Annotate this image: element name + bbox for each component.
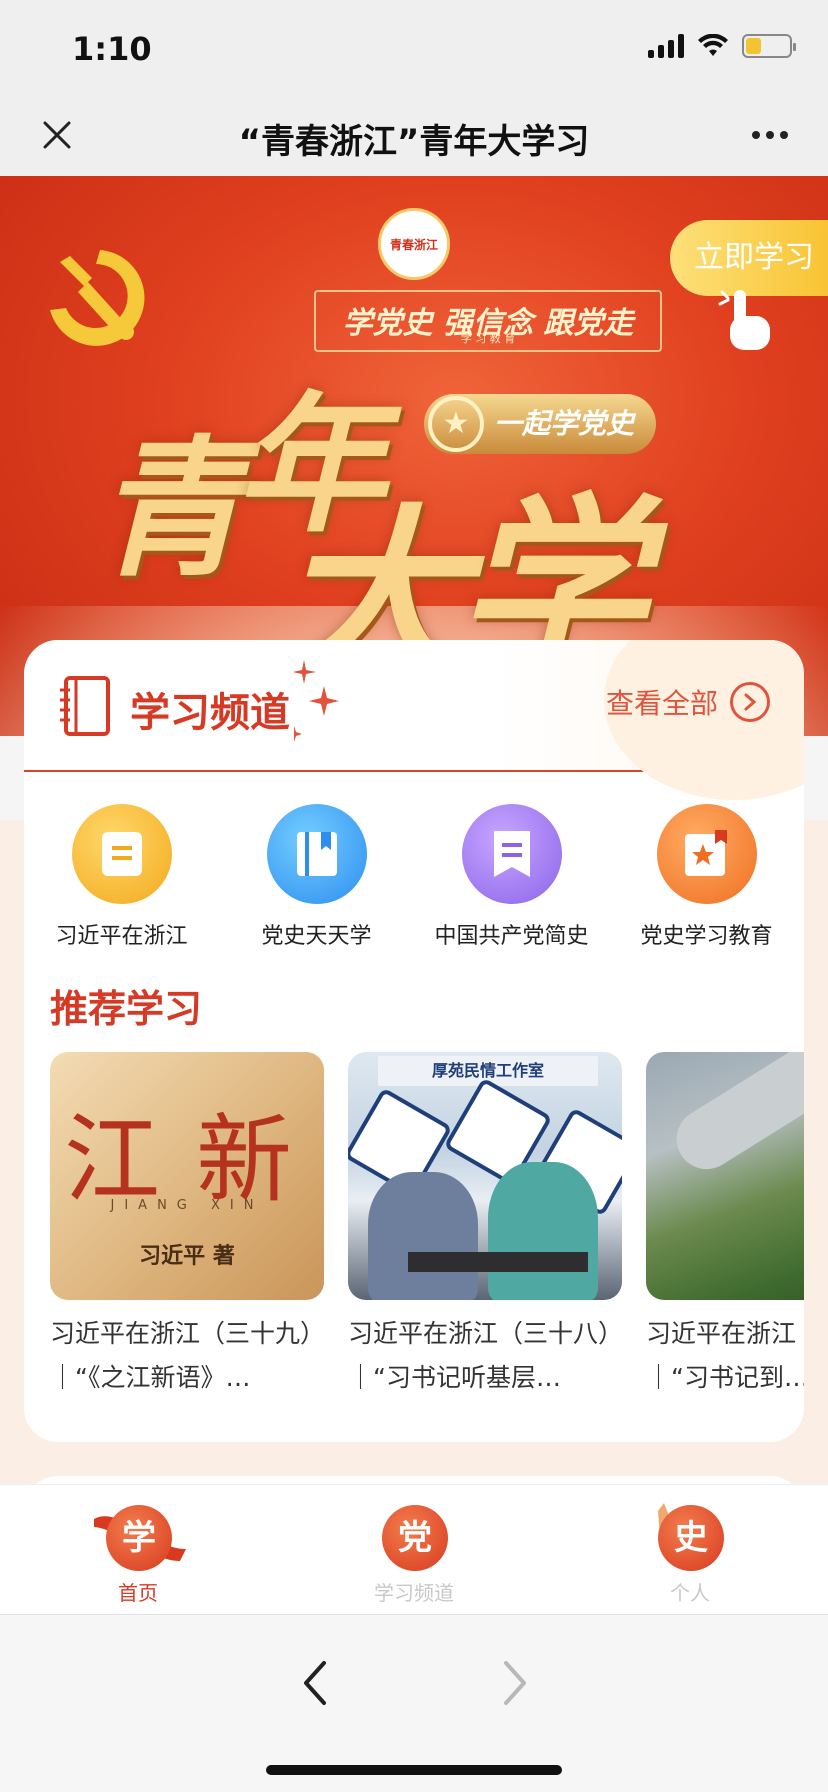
book-cover-image: 江 新 JIANG XIN 习近平 著 <box>50 1052 324 1300</box>
tab-home[interactable]: 学 首页 <box>0 1485 276 1614</box>
status-time: 1:10 <box>72 30 152 68</box>
recommend-caption: 习近平在浙江（三十八）｜“习书记听基层… <box>348 1319 611 1392</box>
channel-party-brief-history[interactable]: 中国共产党简史 <box>414 804 609 954</box>
document-icon <box>71 804 172 904</box>
banner-logo-text: 青春浙江 <box>389 237 438 252</box>
channel-list: 习近平在浙江 党史天天学 中国共产党简史 党史学习教育 <box>24 804 804 954</box>
tab-label: 首页 <box>118 1581 158 1605</box>
banner-title: 青 年 大 学 <box>96 344 716 709</box>
section-title: 学习频道 <box>130 690 290 736</box>
channel-daily-history[interactable]: 党史天天学 <box>219 804 414 954</box>
view-all-label: 查看全部 <box>605 687 718 720</box>
channel-label: 党史天天学 <box>261 924 372 949</box>
study-now-button[interactable]: 立即学习 <box>670 220 828 296</box>
channel-xi-in-zhejiang[interactable]: 习近平在浙江 <box>24 804 219 954</box>
aerial-photo <box>646 1052 804 1300</box>
hand-pointer-icon <box>718 290 770 350</box>
study-tab-icon: 学 <box>94 1505 186 1577</box>
recommend-item[interactable]: 江 新 JIANG XIN 习近平 著 习近平在浙江（三十九）｜“《之江新语》… <box>50 1052 324 1400</box>
channel-history-education[interactable]: 党史学习教育 <box>609 804 804 954</box>
banner-badge-text: 一起学党史 <box>494 407 635 440</box>
party-emblem-icon <box>50 250 145 346</box>
tab-label: 个人 <box>670 1581 710 1605</box>
card-header: 学习频道 查看全部 <box>24 640 804 800</box>
star-icon: ★ <box>428 396 484 452</box>
cover-author: 习近平 著 <box>139 1243 235 1269</box>
book-icon <box>266 804 367 904</box>
star-book-icon <box>656 804 757 904</box>
recommend-list[interactable]: 江 新 JIANG XIN 习近平 著 习近平在浙江（三十九）｜“《之江新语》…… <box>50 1052 804 1412</box>
bottom-tab-bar: 学 首页 党 学习频道 史 个人 <box>0 1484 828 1614</box>
banner-title-char: 青 <box>96 421 247 597</box>
tab-study-channel[interactable]: 党 学习频道 <box>276 1485 552 1614</box>
chevron-left-icon[interactable] <box>290 1655 340 1711</box>
history-tab-icon: 史 <box>650 1503 730 1577</box>
bookmark-icon <box>461 804 562 904</box>
home-indicator[interactable] <box>266 1765 562 1775</box>
banner-logo: 青春浙江 <box>378 208 450 280</box>
sparkle-icon <box>294 660 339 742</box>
recommend-caption: 习近平在浙江（三十九）｜“《之江新语》… <box>50 1319 313 1392</box>
chevron-right-icon <box>730 682 770 722</box>
channel-label: 习近平在浙江 <box>55 924 188 949</box>
notebook-icon <box>60 676 110 736</box>
tab-label: 学习频道 <box>374 1581 454 1605</box>
recommend-item[interactable]: 厚苑民情工作室 习近平在浙江（三十八）｜“习书记听基层… <box>348 1052 622 1400</box>
status-bar: 1:10 <box>0 0 828 96</box>
banner-badge: ★ 一起学党史 <box>424 394 657 454</box>
browser-toolbar <box>0 1614 828 1792</box>
party-tab-icon: 党 <box>374 1505 454 1577</box>
nav-bar: “青春浙江”青年大学习 <box>0 96 828 176</box>
tab-profile[interactable]: 史 个人 <box>552 1485 828 1614</box>
battery-icon <box>742 34 796 58</box>
meeting-photo: 厚苑民情工作室 <box>348 1052 622 1300</box>
tab-icon-char: 学 <box>106 1505 172 1571</box>
tab-icon-char: 史 <box>658 1505 724 1571</box>
status-icons <box>648 34 796 58</box>
battery-level <box>746 38 761 54</box>
recommend-caption: 习近平在浙江（三十七）｜“习书记到… <box>646 1319 804 1392</box>
recommend-title: 推荐学习 <box>50 987 203 1031</box>
view-all-link[interactable]: 查看全部 <box>606 682 770 722</box>
study-channel-card: 学习频道 查看全部 习近平在浙江 党史天天学 中国共产党简史 党史学习教育 推荐… <box>24 640 804 1442</box>
cover-pinyin: JIANG XIN <box>110 1198 264 1213</box>
channel-label: 党史学习教育 <box>640 924 773 949</box>
banner-slogan: 学党史 强信念 跟党走 学 习 教 育 <box>314 290 662 352</box>
tab-icon-char: 党 <box>382 1505 448 1571</box>
more-icon[interactable] <box>740 110 800 160</box>
channel-label: 中国共产党简史 <box>434 924 589 949</box>
recommend-item[interactable]: 习近平在浙江（三十七）｜“习书记到… <box>646 1052 804 1400</box>
chevron-right-icon[interactable] <box>490 1655 540 1711</box>
page-title: “青春浙江”青年大学习 <box>238 122 590 162</box>
signal-icon <box>648 34 684 58</box>
wifi-icon <box>698 34 728 56</box>
